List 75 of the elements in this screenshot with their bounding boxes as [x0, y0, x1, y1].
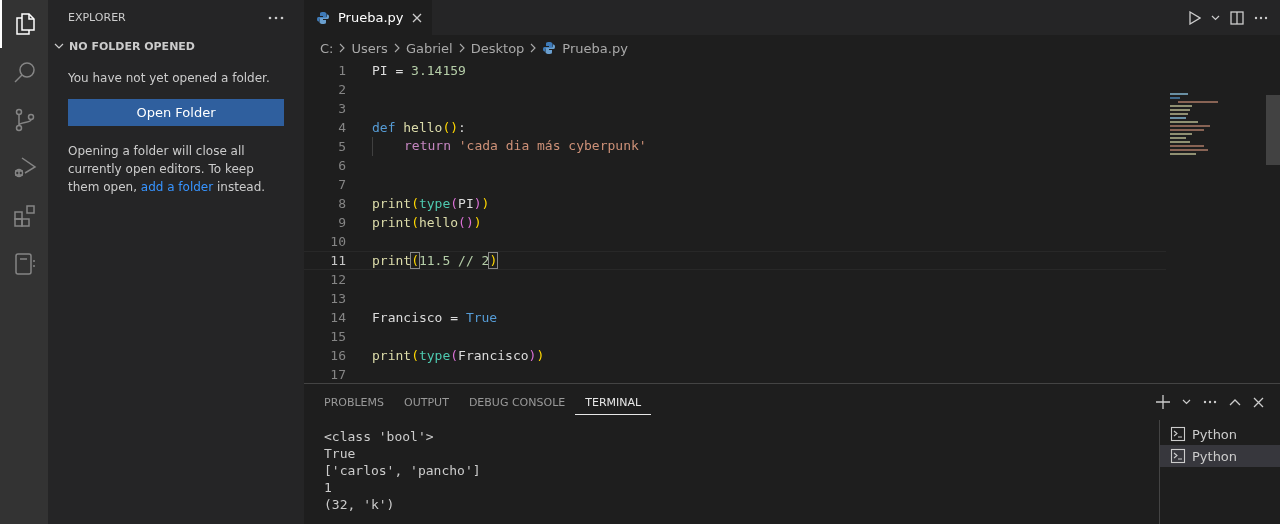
close-icon[interactable] — [411, 12, 422, 23]
line-number: 14 — [329, 310, 346, 325]
add-folder-link[interactable]: add a folder — [140, 180, 214, 194]
more-icon[interactable] — [268, 15, 284, 20]
python-file-icon — [542, 41, 557, 55]
dropdown-caret-icon[interactable] — [1211, 14, 1220, 21]
line-number: 15 — [329, 329, 346, 344]
line-number: 17 — [329, 367, 346, 382]
chevron-up-icon[interactable] — [1229, 398, 1241, 406]
code-line: return 'cada dia más cyberpunk' — [372, 137, 647, 156]
terminal-icon — [1170, 448, 1186, 464]
more-icon[interactable] — [1254, 15, 1268, 20]
line-number: 12 — [329, 272, 346, 287]
line-number: 13 — [329, 291, 346, 306]
panel-tab[interactable]: OUTPUT — [394, 389, 459, 415]
python-file-icon — [316, 10, 330, 25]
extensions-icon[interactable] — [13, 204, 37, 228]
chevron-right-icon — [458, 43, 465, 53]
split-editor-icon[interactable] — [1230, 10, 1244, 25]
search-icon[interactable] — [13, 60, 37, 84]
files-icon[interactable] — [13, 12, 37, 36]
editor-tab[interactable]: Prueba.py — [304, 0, 432, 35]
dropdown-caret-icon[interactable] — [1182, 399, 1191, 405]
branch-icon[interactable] — [13, 108, 37, 132]
line-number: 3 — [337, 101, 346, 116]
code-line: print(11.5 // 2) — [372, 253, 498, 268]
line-number: 6 — [337, 158, 346, 173]
chevron-right-icon — [339, 43, 346, 53]
run-debug-icon[interactable] — [13, 156, 37, 180]
code-line: print(type(Francisco)) — [372, 348, 545, 363]
notebook-icon[interactable] — [13, 252, 37, 276]
chevron-right-icon — [393, 43, 400, 53]
breadcrumb-item[interactable]: C: — [320, 40, 334, 56]
line-number: 9 — [337, 215, 346, 230]
explorer-title: EXPLORER — [68, 11, 126, 24]
section-title[interactable]: NO FOLDER OPENED — [69, 39, 195, 53]
line-number: 8 — [337, 196, 346, 211]
open-folder-button[interactable]: Open Folder — [68, 99, 284, 126]
panel-tab[interactable]: DEBUG CONSOLE — [458, 389, 576, 415]
terminal-output-line: <class 'bool'> — [324, 428, 435, 445]
terminal-list-item[interactable]: Python — [1160, 423, 1280, 445]
code-line: def hello(): — [372, 120, 466, 135]
no-folder-message: You have not yet opened a folder. — [68, 70, 271, 87]
line-number: 4 — [337, 120, 346, 135]
line-number: 1 — [337, 63, 346, 78]
terminal-output-line: True — [324, 445, 357, 462]
more-icon[interactable] — [1203, 400, 1217, 404]
line-number: 11 — [329, 253, 346, 268]
breadcrumb-item[interactable]: Prueba.py — [562, 40, 628, 56]
terminal-output-line: 1 — [324, 479, 333, 496]
panel-tab[interactable]: TERMINAL — [575, 389, 652, 415]
breadcrumb-item[interactable]: Users — [351, 40, 388, 56]
code-line: PI = 3.14159 — [372, 63, 466, 78]
code-line: Francisco = True — [372, 310, 498, 325]
close-icon[interactable] — [1253, 396, 1264, 408]
open-folder-note: Opening a folder will close all currently open editors. To keep them open, add a folder instead. — [68, 143, 267, 196]
line-number: 16 — [329, 348, 346, 363]
terminal-list-item[interactable]: Python — [1160, 445, 1280, 467]
breadcrumb-item[interactable]: Gabriel — [405, 40, 453, 56]
terminal-output-line: (32, 'k') — [324, 496, 396, 513]
breadcrumb-item[interactable]: Desktop — [470, 40, 525, 56]
line-number: 10 — [329, 234, 346, 249]
run-icon[interactable] — [1189, 10, 1201, 25]
terminal-output-line: ['carlos', 'pancho'] — [324, 462, 482, 479]
panel-tab[interactable]: PROBLEMS — [314, 389, 395, 415]
code-line: print(hello()) — [372, 215, 482, 230]
plus-icon[interactable] — [1156, 395, 1170, 409]
line-number: 7 — [337, 177, 346, 192]
code-line: print(type(PI)) — [372, 196, 490, 211]
chevron-icon[interactable] — [54, 43, 64, 49]
terminal-icon — [1170, 426, 1186, 442]
line-number: 2 — [337, 82, 346, 97]
line-number: 5 — [337, 139, 346, 154]
scrollbar[interactable] — [1266, 95, 1280, 165]
chevron-right-icon — [530, 43, 537, 53]
